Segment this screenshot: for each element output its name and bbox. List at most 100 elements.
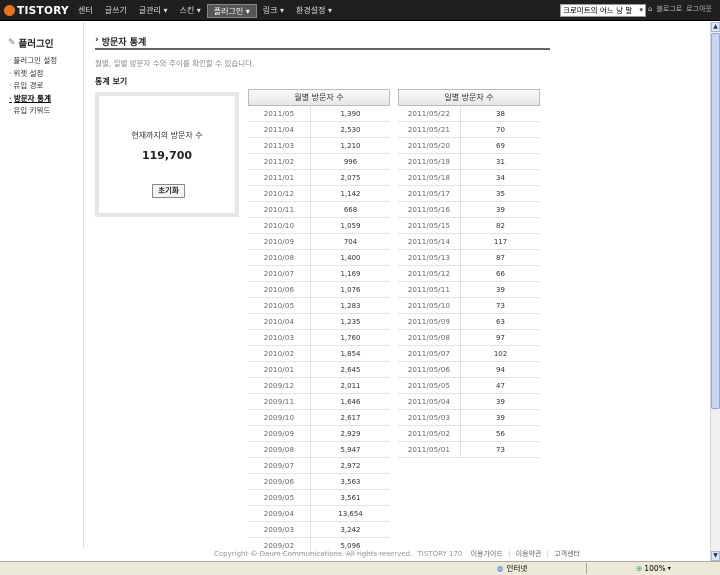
- blog-select[interactable]: 크로미트의 어느 낭 말 ▾: [560, 4, 646, 17]
- scroll-up-arrow-icon[interactable]: ▲: [711, 22, 720, 32]
- menu-item-link[interactable]: 링크 ▾: [257, 4, 290, 18]
- table-row: 2011/05/20 69: [398, 138, 540, 154]
- count-cell: 13,654: [310, 506, 390, 521]
- table-row: 2010/08 1,400: [248, 250, 390, 266]
- sidebar-item-widget-settings[interactable]: · 위젯 설정: [9, 68, 57, 81]
- date-cell: 2011/05/09: [407, 318, 451, 326]
- footer-link-terms[interactable]: 이용약관: [516, 550, 542, 558]
- menu-item-posts[interactable]: 글관리 ▾: [133, 4, 174, 18]
- table-row: 2010/12 1,142: [248, 186, 390, 202]
- table-row: 2011/05/02 56: [398, 426, 540, 442]
- browser-status-bar: ◍ 인터넷 ⊕ 100% ▾: [0, 561, 720, 575]
- table-row: 2011/05/05 47: [398, 378, 540, 394]
- section-heading: 통계 보기: [95, 77, 128, 86]
- plugin-icon: ✎: [8, 38, 16, 48]
- table-row: 2011/05/16 39: [398, 202, 540, 218]
- count-cell: 1,646: [310, 394, 390, 409]
- count-cell: 39: [460, 410, 540, 425]
- date-cell: 2009/06: [263, 478, 295, 486]
- count-cell: 39: [460, 394, 540, 409]
- menu-item-skin[interactable]: 스킨 ▾: [173, 4, 206, 18]
- date-cell: 2011/05/05: [407, 382, 451, 390]
- table-row: 2011/05/01 73: [398, 442, 540, 458]
- scroll-down-arrow-icon[interactable]: ▼: [711, 551, 720, 561]
- date-cell: 2010/10: [263, 222, 295, 230]
- sidebar-item-keywords[interactable]: · 유입 키워드: [9, 105, 57, 118]
- table-row: 2010/07 1,169: [248, 266, 390, 282]
- tistory-logo[interactable]: TISTORY: [4, 3, 69, 18]
- count-cell: 31: [460, 154, 540, 169]
- menu-item-write[interactable]: 글쓰기: [99, 4, 133, 18]
- zoom-control[interactable]: ⊕ 100% ▾: [636, 562, 671, 575]
- sidebar-item-referrers[interactable]: · 유입 경로: [9, 80, 57, 93]
- count-cell: 56: [460, 426, 540, 441]
- count-cell: 2,617: [310, 410, 390, 425]
- monthly-table-body: 2011/05 1,390 2011/04 2,530 2011/03 1,210 2011…: [248, 106, 390, 554]
- date-cell: 2011/05/03: [407, 414, 451, 422]
- table-row: 2011/05/17 35: [398, 186, 540, 202]
- total-visitors-card: 현재까지의 방문자 수 119,700 초기화: [99, 96, 235, 213]
- date-cell: 2010/09: [263, 238, 295, 246]
- version-text: TISTORY 170: [417, 550, 463, 558]
- table-row: 2011/05/06 94: [398, 362, 540, 378]
- table-row: 2011/05/18 34: [398, 170, 540, 186]
- table-row: 2010/04 1,235: [248, 314, 390, 330]
- count-cell: 1,235: [310, 314, 390, 329]
- table-row: 2009/04 13,654: [248, 506, 390, 522]
- count-cell: 35: [460, 186, 540, 201]
- footer-separator: |: [508, 550, 511, 558]
- date-cell: 2011/05/06: [407, 366, 451, 374]
- vertical-scrollbar[interactable]: ▲ ▼: [710, 22, 720, 561]
- page-title: › 방문자 통계: [95, 35, 146, 48]
- count-cell: 66: [460, 266, 540, 281]
- count-cell: 39: [460, 282, 540, 297]
- date-cell: 2010/11: [263, 206, 295, 214]
- date-cell: 2010/01: [263, 366, 295, 374]
- reset-button[interactable]: 초기화: [152, 184, 185, 198]
- zone-label: 인터넷: [506, 564, 528, 573]
- date-cell: 2010/04: [263, 318, 295, 326]
- count-cell: 117: [460, 234, 540, 249]
- table-row: 2011/05/21 70: [398, 122, 540, 138]
- table-row: 2009/09 2,929: [248, 426, 390, 442]
- count-cell: 82: [460, 218, 540, 233]
- sidebar-item-visitor-stats[interactable]: · 방문자 통계: [9, 93, 57, 106]
- table-row: 2010/05 1,283: [248, 298, 390, 314]
- date-cell: 2011/05/02: [407, 430, 451, 438]
- scrollbar-thumb[interactable]: [711, 33, 720, 409]
- count-cell: 39: [460, 202, 540, 217]
- count-cell: 3,242: [310, 522, 390, 537]
- logout-link[interactable]: 로그아웃: [686, 4, 712, 14]
- menu-item-center[interactable]: 센터: [72, 4, 99, 18]
- count-cell: 2,929: [310, 426, 390, 441]
- table-row: 2009/07 2,972: [248, 458, 390, 474]
- count-cell: 1,283: [310, 298, 390, 313]
- zoom-value: 100%: [644, 564, 666, 573]
- table-row: 2011/05/10 73: [398, 298, 540, 314]
- date-cell: 2009/08: [263, 446, 295, 454]
- table-row: 2009/11 1,646: [248, 394, 390, 410]
- date-cell: 2010/07: [263, 270, 295, 278]
- sidebar-item-label: 유입 키워드: [13, 106, 51, 115]
- menu-item-plugin[interactable]: 플러그인 ▾: [206, 3, 257, 18]
- copyright-text: Copyright © Daum Communications. All rig…: [213, 550, 413, 558]
- blog-link[interactable]: 블로그로: [656, 4, 682, 14]
- count-cell: 2,972: [310, 458, 390, 473]
- footer-link-support[interactable]: 고객센터: [554, 550, 580, 558]
- table-row: 2011/05/15 82: [398, 218, 540, 234]
- footer-separator: |: [546, 550, 549, 558]
- sidebar-item-plugin-settings[interactable]: · 플러그인 설정: [9, 55, 57, 68]
- main-menu: 센터 글쓰기 글관리 ▾ 스킨 ▾ 플러그인 ▾ 링크 ▾ 환경설정 ▾: [72, 0, 338, 21]
- daily-visitors-table: 일별 방문자 수 2011/05/22 38 2011/05/21 70 2011/05…: [398, 89, 540, 458]
- home-icon: ⌂: [648, 5, 653, 13]
- date-cell: 2011/02: [263, 158, 295, 166]
- table-row: 2011/05/19 31: [398, 154, 540, 170]
- globe-icon: ◍: [497, 564, 504, 573]
- table-row: 2009/08 5,947: [248, 442, 390, 458]
- date-cell: 2011/05/07: [407, 350, 451, 358]
- sidebar-title: ✎ 플러그인: [8, 36, 54, 50]
- count-cell: 73: [460, 442, 540, 457]
- date-cell: 2009/04: [263, 510, 295, 518]
- menu-item-settings[interactable]: 환경설정 ▾: [290, 4, 338, 18]
- footer-link-guide[interactable]: 이용가이드: [471, 550, 503, 558]
